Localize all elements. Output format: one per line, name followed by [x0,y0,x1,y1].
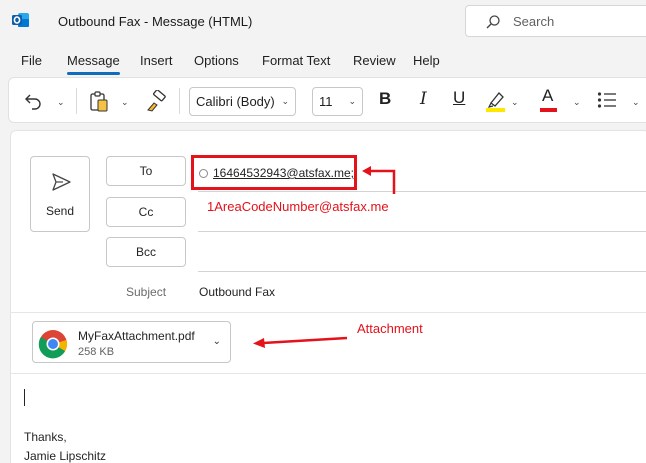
bcc-button[interactable]: Bcc [106,237,186,267]
font-size-value: 11 [319,94,333,109]
chevron-down-icon[interactable]: ⌄ [213,336,221,347]
font-family-value: Calibri (Body) [196,94,275,109]
to-field-line [198,191,646,192]
ribbon-separator [179,88,180,114]
undo-dropdown-icon[interactable]: ⌄ [57,97,65,108]
window-title: Outbound Fax - Message (HTML) [58,14,253,29]
highlight-icon[interactable] [485,89,507,113]
menu-format-text[interactable]: Format Text [262,53,330,68]
undo-icon[interactable] [24,91,44,111]
font-size-select[interactable]: 11 ⌄ [312,87,363,116]
ribbon-separator [76,88,77,114]
chevron-down-icon: ⌄ [348,96,356,106]
send-icon [52,173,71,191]
body-line: Thanks, [24,430,67,444]
cc-field-line [198,231,646,232]
header-divider [10,312,646,313]
italic-button[interactable]: I [420,89,427,109]
format-painter-icon[interactable] [145,90,167,112]
chrome-icon [38,330,68,359]
bcc-input[interactable] [198,236,646,270]
cc-button[interactable]: Cc [106,197,186,227]
search-box[interactable]: Search [465,5,646,37]
subject-label: Subject [126,285,167,299]
menu-bar: File Message Insert Options Format Text … [0,42,646,75]
arrow-icon [253,336,348,348]
arrow-icon [362,166,396,194]
send-label: Send [45,204,75,218]
outlook-icon [12,13,29,27]
attachment-name: MyFaxAttachment.pdf [78,329,195,343]
recipient-annotation: 1AreaCodeNumber@atsfax.me [207,199,389,214]
menu-review[interactable]: Review [353,53,396,68]
menu-message[interactable]: Message [67,53,120,68]
attachment-annotation: Attachment [357,321,423,336]
ribbon-area: ⌄ ⌄ Calibri (Body) ⌄ 11 ⌄ B I U ⌄ A ⌄ ⌄ [0,75,646,128]
font-family-select[interactable]: Calibri (Body) ⌄ [189,87,296,116]
paste-dropdown-icon[interactable]: ⌄ [121,97,129,108]
to-button[interactable]: To [106,156,186,186]
underline-button[interactable]: U [453,88,465,108]
attachment-card[interactable]: MyFaxAttachment.pdf 258 KB ⌄ [32,321,231,363]
bullets-icon[interactable] [597,91,617,109]
font-color-button[interactable]: A [542,86,553,106]
bullets-dropdown-icon[interactable]: ⌄ [632,97,640,108]
menu-file[interactable]: File [21,53,42,68]
menu-insert[interactable]: Insert [140,53,173,68]
send-button[interactable]: Send [30,156,90,232]
menu-help[interactable]: Help [413,53,440,68]
title-bar: Outbound Fax - Message (HTML) Search [0,0,646,42]
menu-options[interactable]: Options [194,53,239,68]
chevron-down-icon: ⌄ [281,96,289,106]
attachment-size: 258 KB [78,346,115,358]
body-line: Jamie Lipschitz [24,449,107,463]
text-cursor [24,389,25,406]
bold-button[interactable]: B [379,89,391,109]
search-icon [486,15,500,29]
font-color-swatch [540,108,557,112]
bcc-field-line [198,271,646,272]
recipient-highlight-box [191,155,357,190]
paste-icon[interactable] [89,90,109,112]
ribbon: ⌄ ⌄ Calibri (Body) ⌄ 11 ⌄ B I U ⌄ A ⌄ ⌄ [8,77,646,123]
subject-input[interactable]: Outbound Fax [199,285,275,299]
font-color-dropdown-icon[interactable]: ⌄ [573,97,581,108]
highlight-dropdown-icon[interactable]: ⌄ [511,97,519,108]
search-placeholder: Search [513,14,555,29]
